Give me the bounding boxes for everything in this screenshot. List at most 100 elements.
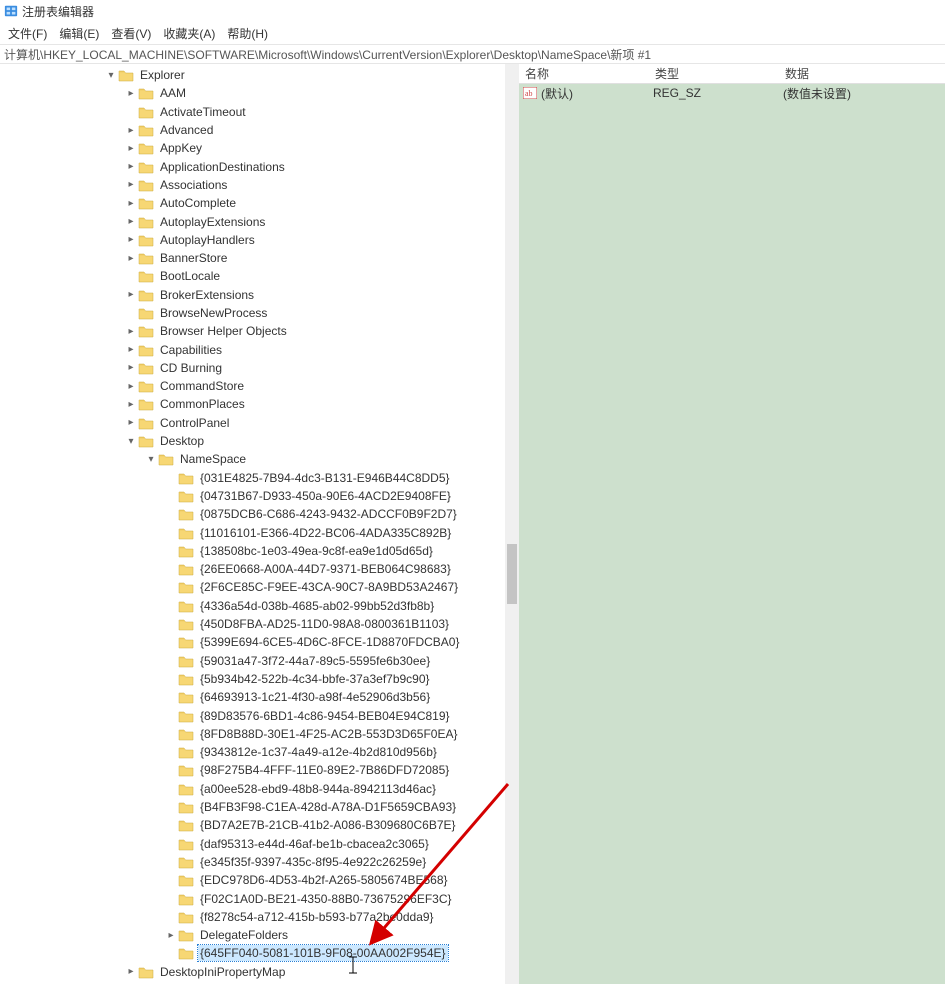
address-bar[interactable]: 计算机\HKEY_LOCAL_MACHINE\SOFTWARE\Microsof… <box>0 44 945 64</box>
menu-file[interactable]: 文件(F) <box>2 23 53 44</box>
folder-icon <box>138 105 154 119</box>
col-data-header[interactable]: 数据 <box>779 64 945 84</box>
expand-icon[interactable]: ▸ <box>124 251 138 265</box>
tree-item-ns-guid[interactable]: {4336a54d-038b-4685-ab02-99bb52d3fb8b} <box>0 597 505 615</box>
tree-item-label: CommandStore <box>158 378 246 394</box>
tree-item-ns-guid[interactable]: {11016101-E366-4D22-BC06-4ADA335C892B} <box>0 523 505 541</box>
tree-item-label: AppKey <box>158 140 204 156</box>
tree-item-commonPlaces[interactable]: ▸CommonPlaces <box>0 395 505 413</box>
tree-item-browserHelperObjects[interactable]: ▸Browser Helper Objects <box>0 322 505 340</box>
tree-item-ns-guid[interactable]: {26EE0668-A00A-44D7-9371-BEB064C98683} <box>0 560 505 578</box>
value-row[interactable]: ab (默认) REG_SZ (数值未设置) <box>519 84 945 102</box>
tree-item-ns-guid[interactable]: {f8278c54-a712-415b-b593-b77a2be0dda9} <box>0 908 505 926</box>
tree-item-ns-guid[interactable]: {9343812e-1c37-4a49-a12e-4b2d810d956b} <box>0 743 505 761</box>
tree-item-appKey[interactable]: ▸ AppKey <box>0 139 505 157</box>
tree-item-autoplayHandlers[interactable]: ▸AutoplayHandlers <box>0 231 505 249</box>
tree-item-ns-guid[interactable]: {B4FB3F98-C1EA-428d-A78A-D1F5659CBA93} <box>0 798 505 816</box>
expand-icon[interactable]: ▸ <box>124 123 138 137</box>
tree-item-ns-guid[interactable]: {98F275B4-4FFF-11E0-89E2-7B86DFD72085} <box>0 761 505 779</box>
tree-item-desktop[interactable]: ▾ Desktop <box>0 432 505 450</box>
tree-item-explorer[interactable]: ▾Explorer <box>0 66 505 84</box>
tree-item-commandStore[interactable]: ▸ CommandStore <box>0 377 505 395</box>
folder-icon <box>138 233 154 247</box>
tree-scrollbar-thumb[interactable] <box>507 544 517 604</box>
tree-item-aam[interactable]: ▸AAM <box>0 84 505 102</box>
folder-icon <box>178 928 194 942</box>
tree-item-ns-guid[interactable]: {89D83576-6BD1-4c86-9454-BEB04E94C819} <box>0 706 505 724</box>
tree-item-label: ApplicationDestinations <box>158 159 287 175</box>
folder-icon <box>178 617 194 631</box>
tree-item-ns-guid[interactable]: {a00ee528-ebd9-48b8-944a-8942113d46ac} <box>0 780 505 798</box>
tree-item-ns-guid[interactable]: {59031a47-3f72-44a7-89c5-5595fe6b30ee} <box>0 652 505 670</box>
tree-item-ns-guid[interactable]: {BD7A2E7B-21CB-41b2-A086-B309680C6B7E} <box>0 816 505 834</box>
tree-item-label: Desktop <box>158 433 206 449</box>
tree-item-associations[interactable]: ▸Associations <box>0 176 505 194</box>
tree-item-browseNewProcess[interactable]: BrowseNewProcess <box>0 304 505 322</box>
expand-icon[interactable]: ▸ <box>124 343 138 357</box>
expand-icon[interactable]: ▸ <box>124 397 138 411</box>
tree-item-label: {64693913-1c21-4f30-a98f-4e52906d3b56} <box>198 689 432 705</box>
tree-item-namespace[interactable]: ▾NameSpace <box>0 450 505 468</box>
collapse-icon[interactable]: ▾ <box>144 452 158 466</box>
expand-icon[interactable]: ▸ <box>124 196 138 210</box>
expand-icon[interactable]: ▸ <box>124 965 138 979</box>
tree-item-ns-guid[interactable]: {138508bc-1e03-49ea-9c8f-ea9e1d05d65d} <box>0 542 505 560</box>
tree-item-autoComplete[interactable]: ▸AutoComplete <box>0 194 505 212</box>
tree-item-controlPanel[interactable]: ▸ControlPanel <box>0 414 505 432</box>
tree-item-delegate-folders[interactable]: ▸DelegateFolders <box>0 926 505 944</box>
menu-help[interactable]: 帮助(H) <box>221 23 274 44</box>
tree-item-label: {9343812e-1c37-4a49-a12e-4b2d810d956b} <box>198 744 439 760</box>
tree-item-ns-guid[interactable]: {EDC978D6-4D53-4b2f-A265-5805674BE568} <box>0 871 505 889</box>
tree-item-ns-guid[interactable]: {2F6CE85C-F9EE-43CA-90C7-8A9BD53A2467} <box>0 578 505 596</box>
tree-item-autoplayExtensions[interactable]: ▸AutoplayExtensions <box>0 212 505 230</box>
tree-item-cdBurning[interactable]: ▸CD Burning <box>0 359 505 377</box>
tree-item-label: {031E4825-7B94-4dc3-B131-E946B44C8DD5} <box>198 470 452 486</box>
tree-item-activateTimeout[interactable]: ActivateTimeout <box>0 103 505 121</box>
collapse-icon[interactable]: ▾ <box>124 434 138 448</box>
menu-favorites[interactable]: 收藏夹(A) <box>157 23 221 44</box>
expand-icon[interactable]: ▸ <box>124 86 138 100</box>
tree-item-bootLocale[interactable]: BootLocale <box>0 267 505 285</box>
tree-item-ns-guid[interactable]: {8FD8B88D-30E1-4F25-AC2B-553D3D65F0EA} <box>0 725 505 743</box>
tree-item-desktopinipropertymap[interactable]: ▸DesktopIniPropertyMap <box>0 963 505 981</box>
tree-item-ns-guid[interactable]: {0875DCB6-C686-4243-9432-ADCCF0B9F2D7} <box>0 505 505 523</box>
expand-icon[interactable]: ▸ <box>124 324 138 338</box>
expand-icon[interactable]: ▸ <box>124 233 138 247</box>
tree-item-bannerStore[interactable]: ▸BannerStore <box>0 249 505 267</box>
tree-item-ns-guid[interactable]: {04731B67-D933-450a-90E6-4ACD2E9408FE} <box>0 487 505 505</box>
expand-icon[interactable]: ▸ <box>124 361 138 375</box>
folder-icon <box>178 690 194 704</box>
tree-item-ns-guid[interactable]: {e345f35f-9397-435c-8f95-4e922c26259e} <box>0 853 505 871</box>
tree-scrollbar[interactable] <box>505 64 519 984</box>
tree-item-ns-guid[interactable]: {5b934b42-522b-4c34-bbfe-37a3ef7b9c90} <box>0 670 505 688</box>
tree-item-capabilities[interactable]: ▸Capabilities <box>0 340 505 358</box>
tree-item-label: {F02C1A0D-BE21-4350-88B0-73675296EF3C} <box>198 891 454 907</box>
menu-view[interactable]: 查看(V) <box>105 23 157 44</box>
expand-icon[interactable]: ▸ <box>124 288 138 302</box>
expand-icon[interactable]: ▸ <box>124 178 138 192</box>
expand-icon[interactable]: ▸ <box>124 160 138 174</box>
expand-icon[interactable]: ▸ <box>164 928 178 942</box>
tree-item-ns-guid[interactable]: {64693913-1c21-4f30-a98f-4e52906d3b56} <box>0 688 505 706</box>
menu-edit[interactable]: 编辑(E) <box>53 23 105 44</box>
tree-item-advanced[interactable]: ▸Advanced <box>0 121 505 139</box>
values-body[interactable]: ab (默认) REG_SZ (数值未设置) <box>519 84 945 984</box>
tree-item-ns-guid[interactable]: {5399E694-6CE5-4D6C-8FCE-1D8870FDCBA0} <box>0 633 505 651</box>
registry-tree[interactable]: ▾Explorer▸AAMActivateTimeout▸Advanced▸Ap… <box>0 64 505 981</box>
expand-icon[interactable]: ▸ <box>124 215 138 229</box>
tree-item-ns-guid[interactable]: {F02C1A0D-BE21-4350-88B0-73675296EF3C} <box>0 889 505 907</box>
tree-item-selected-guid[interactable]: {645FF040-5081-101B-9F08-00AA002F954E} <box>0 944 505 962</box>
collapse-icon[interactable]: ▾ <box>104 68 118 82</box>
tree-item-ns-guid[interactable]: {daf95313-e44d-46af-be1b-cbacea2c3065} <box>0 834 505 852</box>
expand-icon[interactable]: ▸ <box>124 141 138 155</box>
tree-item-label: {BD7A2E7B-21CB-41b2-A086-B309680C6B7E} <box>198 817 458 833</box>
col-type-header[interactable]: 类型 <box>649 64 779 84</box>
expand-icon[interactable]: ▸ <box>124 416 138 430</box>
expand-icon[interactable]: ▸ <box>124 379 138 393</box>
tree-item-label: {B4FB3F98-C1EA-428d-A78A-D1F5659CBA93} <box>198 799 458 815</box>
tree-item-ns-guid[interactable]: {450D8FBA-AD25-11D0-98A8-0800361B1103} <box>0 615 505 633</box>
tree-item-brokerExtensions[interactable]: ▸BrokerExtensions <box>0 286 505 304</box>
tree-item-ns-guid[interactable]: {031E4825-7B94-4dc3-B131-E946B44C8DD5} <box>0 469 505 487</box>
tree-item-applicationDestinations[interactable]: ▸ ApplicationDestinations <box>0 157 505 175</box>
col-name-header[interactable]: 名称 <box>519 64 649 84</box>
